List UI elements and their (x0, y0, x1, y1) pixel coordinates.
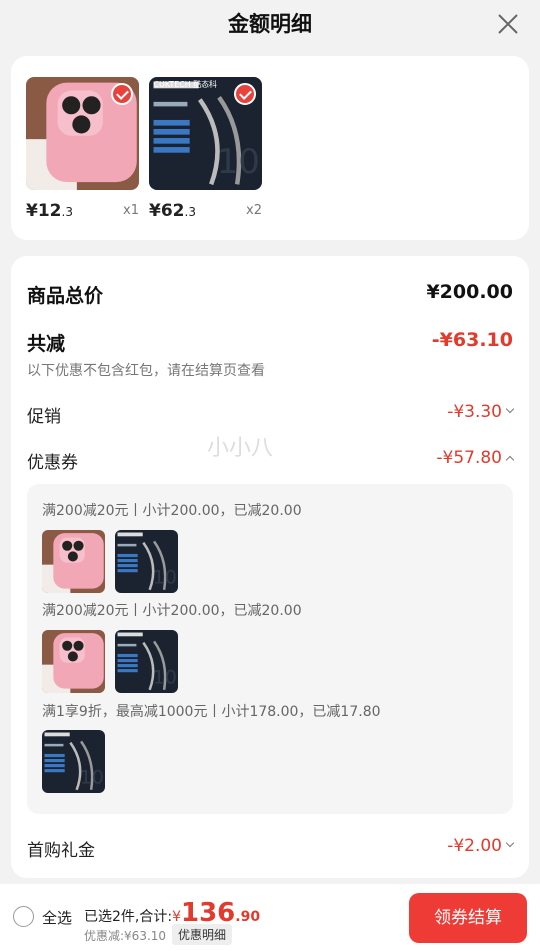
coupon-rule: 满200减20元丨小计200.00，已减20.00 (42, 603, 302, 619)
chevron-down-icon (505, 838, 515, 848)
total-label: 商品总价 (27, 285, 104, 307)
chevron-down-icon (505, 404, 515, 414)
product-thumbnail (26, 77, 139, 190)
price-summary: 商品总价 ¥200.00 共减 -¥63.10 以下优惠不包含红包，请在结算页查… (11, 256, 529, 878)
first-purchase-value: -¥2.00 (447, 836, 515, 856)
product-item[interactable]: CUKTECH 酷态科 ¥62.3 x2 (149, 77, 262, 221)
product-quantity: x2 (246, 203, 262, 218)
total-value: ¥200.00 (426, 281, 513, 303)
reduce-value: -¥63.10 (431, 329, 513, 351)
brand-logo-text: CUKTECH 酷态科 (154, 79, 217, 89)
close-icon[interactable] (496, 12, 520, 36)
product-thumbnail (115, 530, 178, 593)
checkout-button[interactable]: 领券结算 (409, 893, 527, 943)
chevron-up-icon (505, 455, 515, 465)
product-thumbnail (115, 630, 178, 693)
product-list: ¥12.3 x1 CUKTECH 酷态科 ¥62.3 x2 (11, 56, 529, 240)
product-thumbnail (42, 630, 105, 693)
select-all-radio[interactable] (13, 906, 34, 927)
page-title: 金额明细 (228, 12, 312, 36)
coupon-value: -¥57.80 (436, 448, 515, 468)
promo-label: 促销 (27, 407, 61, 427)
product-thumbnail: CUKTECH 酷态科 (149, 77, 262, 190)
coupon-detail-panel: 满200减20元丨小计200.00，已减20.00 满200减20元丨小计200… (27, 484, 513, 814)
checkout-bar: 全选 已选2件,合计:¥136.90 优惠减:¥63.10 优惠明细 领券结算 (0, 884, 540, 951)
promo-value: -¥3.30 (447, 402, 515, 422)
first-purchase-label: 首购礼金 (27, 841, 95, 861)
product-quantity: x1 (123, 203, 139, 218)
reduce-label: 共减 (27, 333, 66, 355)
discount-note: 以下优惠不包含红包，请在结算页查看 (27, 363, 265, 379)
product-price: ¥62.3 (149, 201, 196, 221)
total-summary: 已选2件,合计:¥136.90 (84, 898, 261, 928)
checkmark-icon (234, 83, 256, 105)
checkmark-icon (111, 83, 133, 105)
coupon-rule: 满200减20元丨小计200.00，已减20.00 (42, 503, 302, 519)
discount-detail-button[interactable]: 优惠明细 (172, 924, 233, 945)
watermark: 小小八 (207, 436, 274, 461)
coupon-label: 优惠券 (27, 453, 78, 473)
product-price: ¥12.3 (26, 201, 73, 221)
coupon-rule: 满1享9折，最高减1000元丨小计178.00，已减17.80 (42, 704, 381, 720)
product-item[interactable]: ¥12.3 x1 (26, 77, 139, 221)
select-all-label[interactable]: 全选 (42, 907, 72, 928)
product-thumbnail (42, 730, 105, 793)
product-thumbnail (42, 530, 105, 593)
discount-summary: 优惠减:¥63.10 (84, 929, 167, 943)
header: 金额明细 (0, 0, 540, 48)
